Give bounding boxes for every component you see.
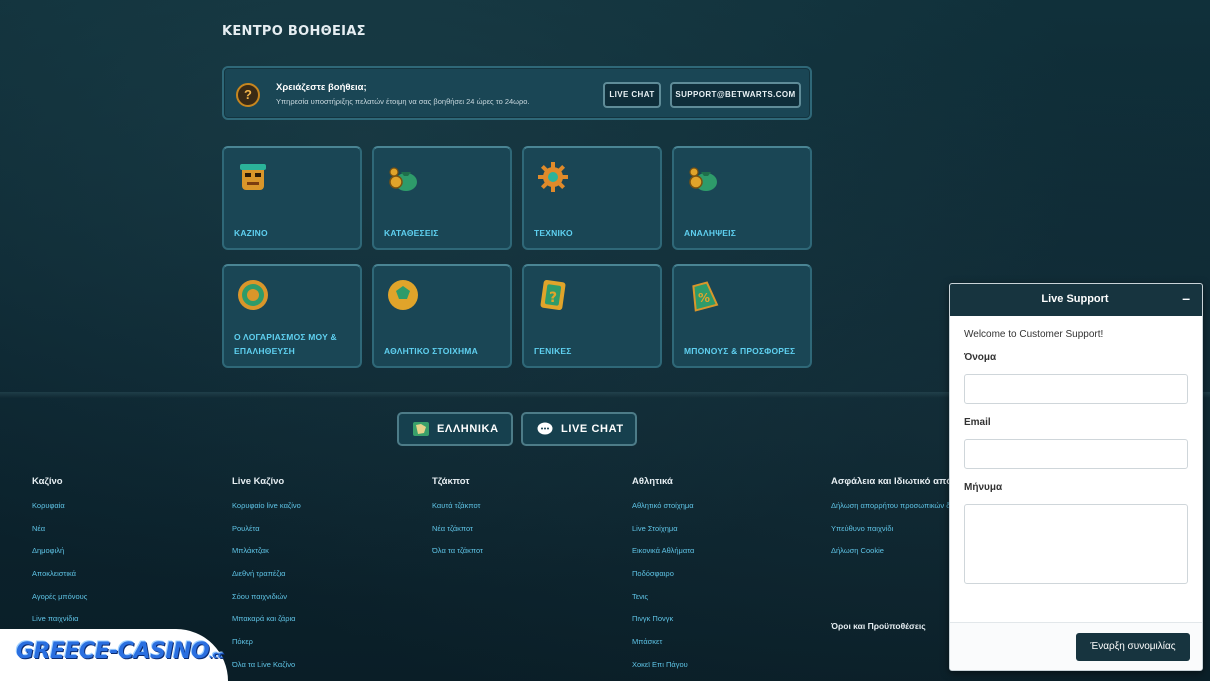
footer-link[interactable]: Αθλητικό στοίχημα xyxy=(632,496,822,519)
footer-link[interactable]: Δημοφιλή xyxy=(32,541,222,564)
footer-link[interactable]: Πινγκ Πονγκ xyxy=(632,609,822,632)
question-mark-icon: ? xyxy=(236,83,260,107)
svg-text:%: % xyxy=(698,291,710,305)
category-card-account[interactable]: Ο ΛΟΓΑΡΙΑΣΜΟΣ ΜΟΥ & ΕΠΑΛΗΘΕΥΣΗ xyxy=(222,264,362,368)
live-support-widget: Live Support – Welcome to Customer Suppo… xyxy=(949,283,1203,671)
category-card-general[interactable]: ? ΓΕΝΙΚΕΣ xyxy=(522,264,662,368)
category-label: ΓΕΝΙΚΕΣ xyxy=(534,346,572,356)
footer-heading: Τζάκποτ xyxy=(432,476,470,487)
help-banner-subtitle: Υπηρεσία υποστήριξης πελατών έτοιμη να σ… xyxy=(276,97,530,106)
name-label: Όνομα xyxy=(964,352,997,363)
message-field[interactable] xyxy=(964,504,1188,584)
category-label: ΚΑΤΑΘΕΣΕΙΣ xyxy=(384,228,439,238)
footer-link[interactable]: Υπεύθυνο παιχνίδι xyxy=(831,519,949,542)
logo-text: GREECE-CASINO.cc xyxy=(16,639,224,664)
footer-link[interactable]: Νέα xyxy=(32,519,222,542)
footer-link[interactable]: Διεθνή τραπέζια xyxy=(232,564,422,587)
money-bag-icon xyxy=(389,167,417,191)
footer-column-casino: Καζίνο Κορυφαία Νέα Δημοφιλή Αποκλειστικ… xyxy=(32,476,222,632)
chat-welcome-text: Welcome to Customer Support! xyxy=(964,329,1104,340)
footer-heading: Καζίνο xyxy=(32,476,63,487)
money-bag-icon xyxy=(689,167,717,191)
footer-link[interactable]: Κορυφαίο live καζίνο xyxy=(232,496,422,519)
chat-bubble-icon xyxy=(537,422,553,435)
category-label: Ο ΛΟΓΑΡΙΑΣΜΟΣ ΜΟΥ & ΕΠΑΛΗΘΕΥΣΗ xyxy=(234,332,337,356)
start-chat-button[interactable]: Έναρξη συνομιλίας xyxy=(1076,633,1190,661)
footer-link[interactable]: Δήλωση απορρήτου προσωπικών δ xyxy=(831,496,949,519)
minimize-icon[interactable]: – xyxy=(1182,290,1190,306)
footer-link[interactable]: Δήλωση Cookie xyxy=(831,541,949,564)
banner-live-chat-button[interactable]: LIVE CHAT xyxy=(603,82,661,108)
footer-link[interactable]: Σόου παιχνιδιών xyxy=(232,587,422,610)
support-email-button[interactable]: SUPPORT@BETWARTS.COM xyxy=(670,82,801,108)
footer-link[interactable]: Όλα τα τζάκποτ xyxy=(432,541,622,564)
footer-link[interactable]: Χοκεϊ Επι Πάγου xyxy=(632,655,822,678)
footer-link[interactable]: Ρουλέτα xyxy=(232,519,422,542)
ball-icon xyxy=(388,280,418,310)
footer-link[interactable]: Τενις xyxy=(632,587,822,610)
category-card-bonuses[interactable]: % ΜΠΟΝΟΥΣ & ΠΡΟΣΦΟΡΕΣ xyxy=(672,264,812,368)
category-card-technical[interactable]: ΤΕΧΝΙΚΟ xyxy=(522,146,662,250)
help-banner: ? Χρειάζεστε βοήθεια; Υπηρεσία υποστήριξ… xyxy=(222,66,812,120)
percent-tag-icon: % xyxy=(692,281,719,312)
chat-footer: Έναρξη συνομιλίας xyxy=(950,622,1202,670)
footer-heading: Ασφάλεια και Ιδιωτικό απόρρ xyxy=(831,476,949,487)
gear-icon xyxy=(538,162,568,192)
footer-link[interactable]: Εικονικά Αθλήματα xyxy=(632,541,822,564)
footer-column-security: Ασφάλεια και Ιδιωτικό απόρρ Δήλωση απορρ… xyxy=(831,476,949,564)
footer-link[interactable]: Κορυφαία xyxy=(32,496,222,519)
category-label: ΜΠΟΝΟΥΣ & ΠΡΟΣΦΟΡΕΣ xyxy=(684,346,796,356)
category-label: ΚΑΖΙΝΟ xyxy=(234,228,268,238)
language-label: ΕΛΛΗΝΙΚΑ xyxy=(437,423,499,435)
category-label: ΤΕΧΝΙΚΟ xyxy=(534,228,573,238)
footer-link[interactable]: Καυτά τζάκποτ xyxy=(432,496,622,519)
footer-column-live-casino: Live Καζίνο Κορυφαίο live καζίνο Ρουλέτα… xyxy=(232,476,422,678)
question-card-icon: ? xyxy=(540,279,566,311)
email-label: Email xyxy=(964,417,991,428)
category-card-sports[interactable]: ΑΘΛΗΤΙΚΟ ΣΤΟΙΧΗΜΑ xyxy=(372,264,512,368)
live-chat-label: LIVE CHAT xyxy=(561,423,624,435)
footer-link[interactable]: Αγορές μπόνους xyxy=(32,587,222,610)
terms-link[interactable]: Όροι και Προϋποθέσεις xyxy=(831,621,926,631)
category-label: ΑΝΑΛΗΨΕΙΣ xyxy=(684,228,737,238)
live-chat-button[interactable]: LIVE CHAT xyxy=(521,412,637,446)
category-card-casino[interactable]: ΚΑΖΙΝΟ xyxy=(222,146,362,250)
map-icon xyxy=(413,422,429,436)
medallion-icon xyxy=(238,280,268,310)
footer-link[interactable]: Νέα τζάκποτ xyxy=(432,519,622,542)
mask-icon xyxy=(240,164,266,190)
footer-heading: Live Καζίνο xyxy=(232,476,285,487)
footer-link[interactable]: Πόκερ xyxy=(232,632,422,655)
footer-link[interactable]: Μπάσκετ xyxy=(632,632,822,655)
chat-header: Live Support – xyxy=(950,284,1202,316)
category-card-deposits[interactable]: ΚΑΤΑΘΕΣΕΙΣ xyxy=(372,146,512,250)
footer-column-sports: Αθλητικά Αθλητικό στοίχημα Live Στοίχημα… xyxy=(632,476,822,678)
footer-link[interactable]: Μπλάκτζακ xyxy=(232,541,422,564)
message-label: Μήνυμα xyxy=(964,482,1003,493)
footer-heading: Αθλητικά xyxy=(632,476,673,487)
category-card-withdrawals[interactable]: ΑΝΑΛΗΨΕΙΣ xyxy=(672,146,812,250)
page-title: ΚΕΝΤΡΟ ΒΟΗΘΕΙΑΣ xyxy=(222,24,366,39)
email-field[interactable] xyxy=(964,439,1188,469)
footer-link[interactable]: Live Στοίχημα xyxy=(632,519,822,542)
footer-link[interactable]: Όλα τα Live Καζίνο xyxy=(232,655,422,678)
category-label: ΑΘΛΗΤΙΚΟ ΣΤΟΙΧΗΜΑ xyxy=(384,346,478,356)
help-banner-title: Χρειάζεστε βοήθεια; xyxy=(276,82,367,93)
language-button[interactable]: ΕΛΛΗΝΙΚΑ xyxy=(397,412,513,446)
chat-title: Live Support xyxy=(1041,293,1109,305)
footer-link[interactable]: Ποδόσφαιρο xyxy=(632,564,822,587)
svg-text:?: ? xyxy=(549,290,557,306)
footer-column-jackpot: Τζάκποτ Καυτά τζάκποτ Νέα τζάκποτ Όλα τα… xyxy=(432,476,622,564)
name-field[interactable] xyxy=(964,374,1188,404)
site-logo[interactable]: GREECE-CASINO.cc xyxy=(0,629,228,681)
footer-link[interactable]: Μπακαρά και ζάρια xyxy=(232,609,422,632)
footer-link[interactable]: Αποκλειστικά xyxy=(32,564,222,587)
